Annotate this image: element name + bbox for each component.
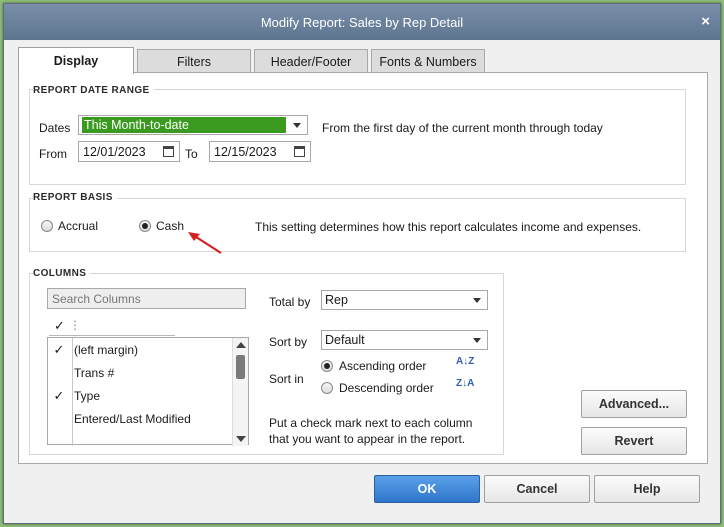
tab-fonts-numbers[interactable]: Fonts & Numbers: [371, 49, 485, 73]
list-item[interactable]: Entered/Last Modified: [48, 408, 228, 430]
checkmark-icon[interactable]: ✓: [48, 388, 70, 404]
from-date-field[interactable]: 12/01/2023: [78, 141, 180, 162]
close-icon[interactable]: ×: [701, 13, 710, 30]
columns-help-line-2: that you want to appear in the report.: [269, 432, 466, 446]
total-by-dropdown[interactable]: Rep: [321, 290, 488, 310]
annotation-arrow-icon: [188, 232, 222, 254]
total-by-value: Rep: [325, 293, 348, 307]
check-column-header: ✓: [54, 318, 65, 333]
dates-label: Dates: [39, 121, 71, 135]
cash-radio[interactable]: [139, 220, 151, 232]
search-columns-input[interactable]: Search Columns: [47, 288, 246, 309]
total-by-label: Total by: [269, 295, 311, 309]
report-date-range-heading: REPORT DATE RANGE: [33, 85, 154, 96]
list-item-label: Entered/Last Modified: [74, 412, 191, 426]
ascending-label: Ascending order: [339, 359, 427, 373]
display-tab-panel: REPORT DATE RANGE Dates This Month-to-da…: [18, 72, 708, 464]
tab-display-label: Display: [53, 54, 99, 68]
list-item-label: Type: [74, 389, 101, 403]
dates-dropdown-value: This Month-to-date: [82, 117, 286, 133]
to-date-value: 12/15/2023: [214, 144, 277, 159]
title-bar: Modify Report: Sales by Rep Detail ×: [4, 4, 720, 40]
dates-dropdown[interactable]: This Month-to-date: [78, 115, 308, 135]
chevron-down-icon: [473, 338, 481, 343]
report-basis-heading: REPORT BASIS: [33, 192, 117, 203]
checkmark-icon[interactable]: ✓: [48, 342, 70, 358]
tab-fonts-numbers-label: Fonts & Numbers: [379, 54, 477, 69]
sort-descending-icon[interactable]: Z↓A: [456, 379, 474, 396]
to-label: To: [185, 147, 198, 161]
accrual-option[interactable]: Accrual: [41, 219, 111, 235]
ascending-option[interactable]: Ascending order: [321, 359, 451, 375]
descending-option[interactable]: Descending order: [321, 381, 451, 397]
advanced-button[interactable]: Advanced...: [581, 390, 687, 418]
report-basis-description: This setting determines how this report …: [255, 220, 642, 234]
columns-scrollbar[interactable]: [232, 338, 248, 446]
calendar-icon[interactable]: [163, 146, 174, 157]
report-date-range-group: [29, 89, 686, 185]
list-item-label: (left margin): [74, 343, 139, 357]
scroll-down-icon[interactable]: [236, 436, 246, 442]
calendar-icon[interactable]: [294, 146, 305, 157]
search-columns-placeholder: Search Columns: [52, 291, 141, 306]
help-button[interactable]: Help: [594, 475, 700, 503]
scroll-thumb[interactable]: [236, 355, 245, 379]
sort-by-label: Sort by: [269, 335, 308, 349]
from-label: From: [39, 147, 67, 161]
accrual-radio[interactable]: [41, 220, 53, 232]
dates-description: From the first day of the current month …: [322, 121, 603, 135]
sort-ascending-icon[interactable]: A↓Z: [456, 357, 474, 374]
descending-radio[interactable]: [321, 382, 333, 394]
list-item-label: Trans #: [74, 366, 115, 380]
from-date-value: 12/01/2023: [83, 144, 146, 159]
ok-button[interactable]: OK: [374, 475, 480, 503]
tab-header-footer[interactable]: Header/Footer: [254, 49, 368, 73]
tab-filters[interactable]: Filters: [137, 49, 251, 73]
chevron-down-icon: [473, 298, 481, 303]
descending-label: Descending order: [339, 381, 434, 395]
columns-list[interactable]: ✓ (left margin) Trans # ✓ Type Entered/L…: [47, 337, 249, 446]
sort-by-dropdown[interactable]: Default: [321, 330, 488, 350]
modify-report-dialog: Modify Report: Sales by Rep Detail × Dis…: [3, 3, 721, 524]
sort-by-value: Default: [325, 333, 365, 347]
list-item[interactable]: ✓ (left margin): [48, 339, 228, 361]
chevron-down-icon: [293, 123, 301, 128]
columns-heading: COLUMNS: [33, 268, 91, 279]
cancel-button[interactable]: Cancel: [484, 475, 590, 503]
to-date-field[interactable]: 12/15/2023: [209, 141, 311, 162]
window-title: Modify Report: Sales by Rep Detail: [260, 14, 464, 30]
list-item[interactable]: ✓ Type: [48, 385, 228, 407]
scroll-up-icon[interactable]: [236, 342, 246, 348]
columns-help-line-1: Put a check mark next to each column: [269, 416, 473, 430]
sort-in-label: Sort in: [269, 372, 304, 386]
revert-button[interactable]: Revert: [581, 427, 687, 455]
cash-label: Cash: [156, 219, 185, 233]
tab-header-footer-label: Header/Footer: [270, 54, 352, 69]
header-underline: [49, 335, 175, 336]
list-item[interactable]: Trans #: [48, 362, 228, 384]
accrual-label: Accrual: [58, 219, 99, 233]
tab-display[interactable]: Display: [18, 47, 134, 74]
ascending-radio[interactable]: [321, 360, 333, 372]
tab-filters-label: Filters: [176, 54, 212, 69]
column-header-separator: ⋮: [69, 318, 81, 332]
